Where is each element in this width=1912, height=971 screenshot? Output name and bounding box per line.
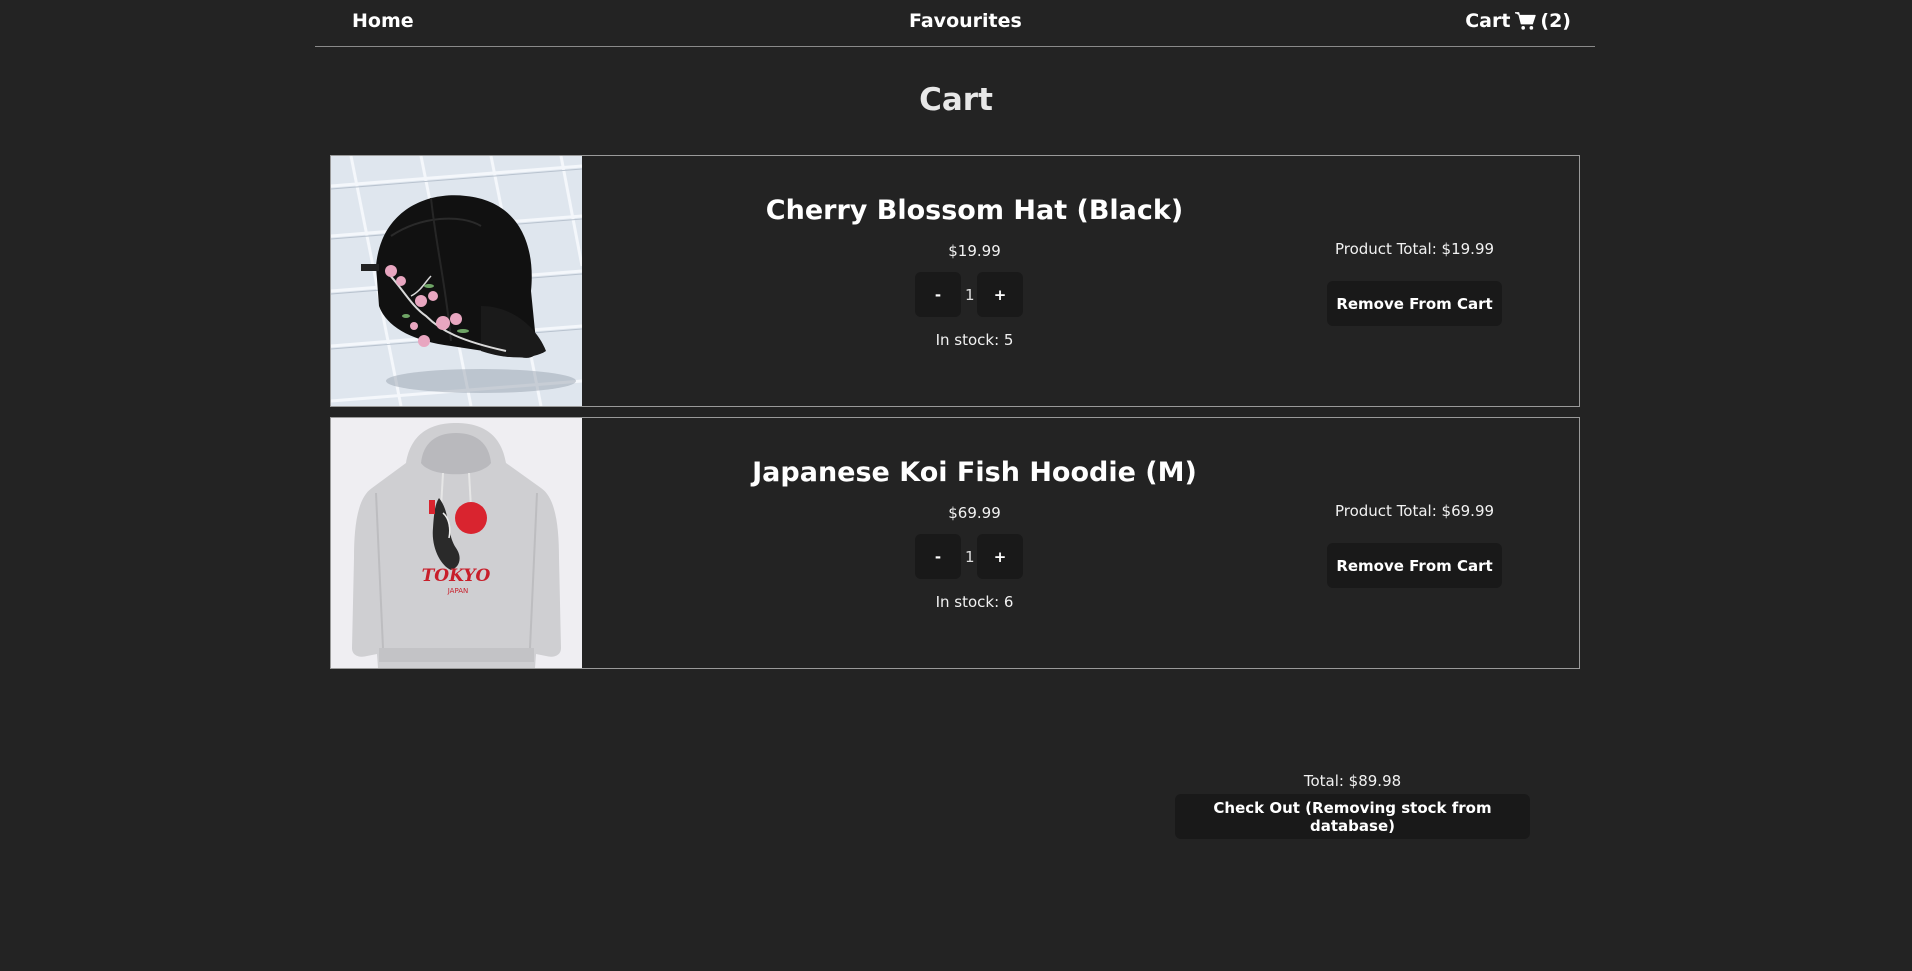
nav-cart-count: (2) — [1540, 10, 1571, 32]
product-total: Product Total: $19.99 — [1334, 240, 1495, 258]
quantity-stepper: - 1 + — [915, 272, 1025, 317]
remove-from-cart-button[interactable]: Remove From Cart — [1327, 543, 1502, 588]
page-title: Cart — [919, 82, 993, 118]
nav-cart-link[interactable]: Cart (2) — [1465, 10, 1571, 32]
top-navbar: Home Favourites Cart (2) — [315, 0, 1595, 47]
svg-text:JAPAN: JAPAN — [447, 587, 469, 595]
stock-count: In stock: 5 — [935, 331, 1014, 349]
cart-item: Cherry Blossom Hat (Black) $19.99 - 1 + … — [330, 155, 1580, 407]
stock-count: In stock: 6 — [935, 593, 1014, 611]
quantity-value: 1 — [965, 285, 975, 304]
decrease-quantity-button[interactable]: - — [915, 534, 961, 579]
svg-text:TOKYO: TOKYO — [422, 566, 491, 586]
product-image-hat — [331, 156, 582, 406]
quantity-value: 1 — [965, 547, 975, 566]
item-actions: Product Total: $19.99 Remove From Cart — [1327, 156, 1539, 406]
nav-cart-label: Cart — [1465, 10, 1511, 32]
decrease-quantity-button[interactable]: - — [915, 272, 961, 317]
product-price: $19.99 — [948, 242, 1001, 260]
product-total: Product Total: $69.99 — [1334, 502, 1495, 520]
product-image-hoodie: TOKYO JAPAN — [331, 418, 582, 668]
product-price: $69.99 — [948, 504, 1001, 522]
cart-grand-total: Total: $89.98 — [1303, 772, 1402, 790]
increase-quantity-button[interactable]: + — [977, 534, 1023, 579]
quantity-stepper: - 1 + — [915, 534, 1025, 579]
checkout-button[interactable]: Check Out (Removing stock from database) — [1175, 794, 1530, 839]
product-name: Japanese Koi Fish Hoodie (M) — [752, 457, 1197, 488]
item-actions: Product Total: $69.99 Remove From Cart — [1327, 418, 1539, 668]
cart-item: TOKYO JAPAN Japanese Koi Fish Hoodie (M)… — [330, 417, 1580, 669]
product-name: Cherry Blossom Hat (Black) — [765, 195, 1184, 226]
nav-home-link[interactable]: Home — [352, 10, 414, 32]
item-info: Cherry Blossom Hat (Black) $19.99 - 1 + … — [582, 156, 1367, 406]
increase-quantity-button[interactable]: + — [977, 272, 1023, 317]
item-info: Japanese Koi Fish Hoodie (M) $69.99 - 1 … — [582, 418, 1367, 668]
nav-favourites-link[interactable]: Favourites — [909, 10, 1022, 32]
shopping-cart-icon — [1515, 12, 1537, 30]
remove-from-cart-button[interactable]: Remove From Cart — [1327, 281, 1502, 326]
